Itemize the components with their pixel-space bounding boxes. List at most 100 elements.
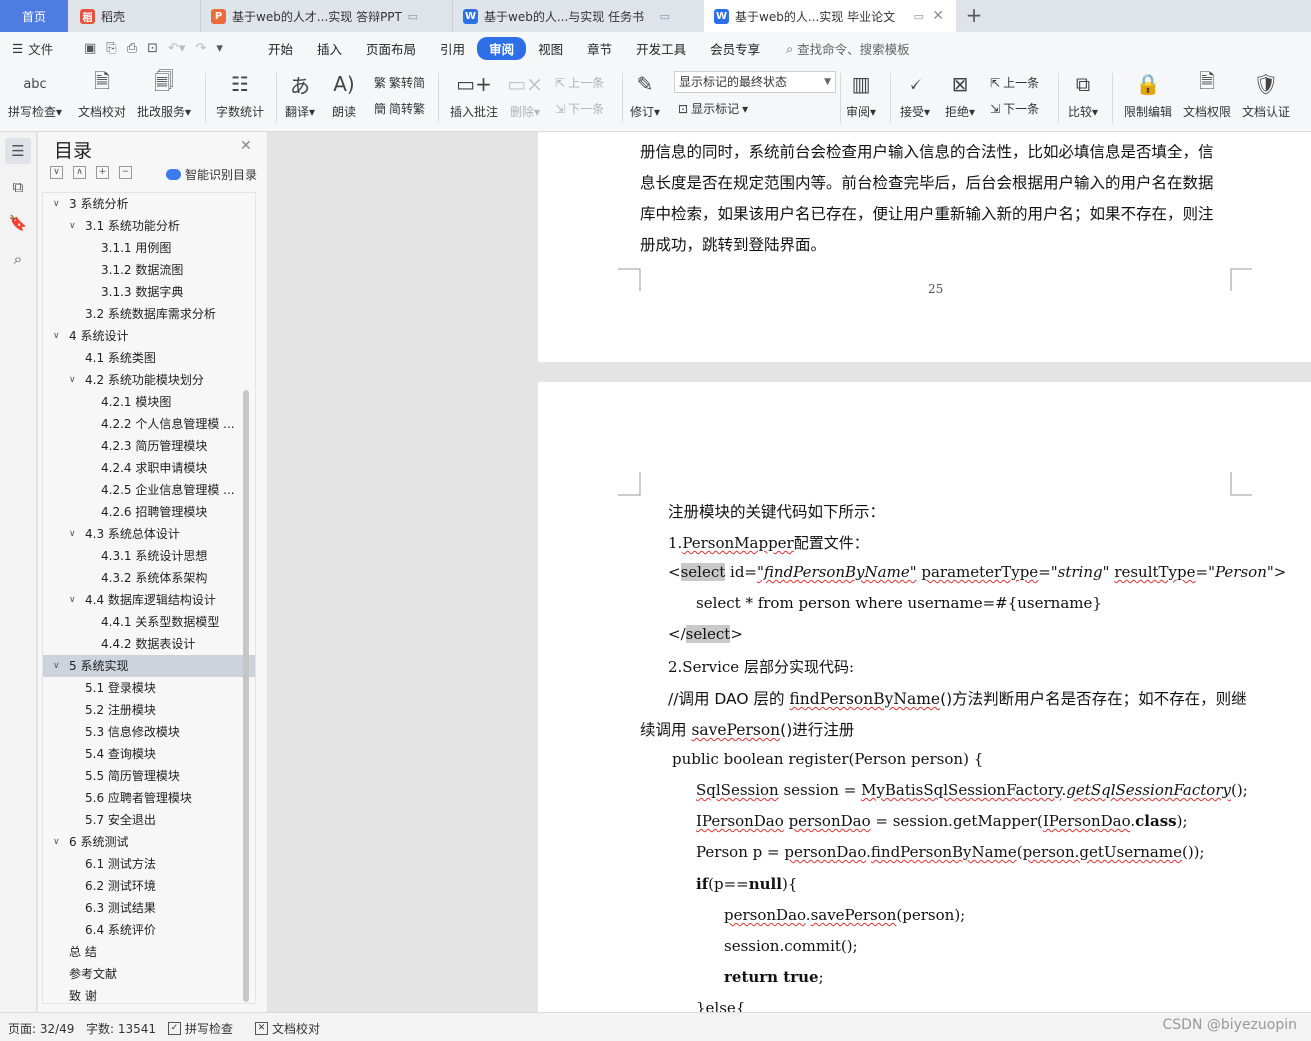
toc-item[interactable]: 4.1 系统类图 (43, 347, 255, 369)
translate-button[interactable]: あ 翻译▾ (285, 69, 315, 120)
chapter-nav-icon[interactable]: ⧉ (5, 174, 31, 200)
menu-reference[interactable]: 引用 (428, 39, 477, 58)
doc-certify-button[interactable]: 🛡 文档认证 (1242, 69, 1290, 120)
prev-change-button[interactable]: ⇱ 上一条 (990, 74, 1039, 91)
remove-heading-icon[interactable]: − (119, 166, 132, 179)
file-menu[interactable]: ☰ 文件 (12, 39, 72, 58)
print-icon[interactable]: ⎙ (127, 41, 137, 56)
word-count-button[interactable]: ☷ 字数统计 (216, 69, 264, 120)
chevron-down-icon[interactable]: ∨ (69, 523, 76, 545)
expand-all-icon[interactable]: ∨ (50, 166, 63, 179)
chevron-down-icon[interactable]: ∨ (69, 589, 76, 611)
toc-item[interactable]: 3.1.3 数据字典 (43, 281, 255, 303)
pin-icon[interactable]: ▭ (408, 10, 418, 23)
toc-item[interactable]: 6.4 系统评价 (43, 919, 255, 941)
review-pane-button[interactable]: ▥ 审阅▾ (846, 69, 876, 120)
reject-button[interactable]: ⊠ 拒绝▾ (945, 69, 975, 120)
trad-to-simp-button[interactable]: 繁 繁转简 (374, 74, 425, 91)
toc-item[interactable]: 5.5 简历管理模块 (43, 765, 255, 787)
tab-ppt[interactable]: P 基于web的人才...实现 答辩PPT ▭ (200, 0, 450, 32)
collapse-all-icon[interactable]: ∧ (73, 166, 86, 179)
accept-button[interactable]: 🗸 接受▾ (900, 69, 930, 120)
redo-icon[interactable]: ↷ (195, 41, 206, 56)
toc-item[interactable]: 5.1 登录模块 (43, 677, 255, 699)
tab-task-doc[interactable]: W 基于web的人...与实现 任务书 ▭ (452, 0, 702, 32)
add-heading-icon[interactable]: + (96, 166, 109, 179)
toc-item[interactable]: 5.2 注册模块 (43, 699, 255, 721)
markup-state-select[interactable]: 显示标记的最终状态 ▼ (674, 71, 836, 93)
doc-proof-button[interactable]: 🗎 文档校对 (78, 69, 126, 120)
toc-item[interactable]: 4.4.2 数据表设计 (43, 633, 255, 655)
toc-item[interactable]: 3.2 系统数据库需求分析 (43, 303, 255, 325)
toc-item[interactable]: 3.1.1 用例图 (43, 237, 255, 259)
status-doc-proof[interactable]: ✕ 文档校对 (255, 1020, 320, 1037)
toc-item[interactable]: ∨ 4.2 系统功能模块划分 (43, 369, 255, 391)
next-comment-button[interactable]: ⇲ 下一条 (555, 100, 604, 117)
chevron-down-icon[interactable]: ∨ (69, 369, 76, 391)
status-spell-check[interactable]: ✓ 拼写检查 (168, 1020, 233, 1037)
show-markup-button[interactable]: ⊡ 显示标记 ▾ (678, 100, 748, 117)
toc-item[interactable]: 5.3 信息修改模块 (43, 721, 255, 743)
compare-button[interactable]: ⧉ 比较▾ (1068, 69, 1098, 120)
more-icon[interactable]: ▾ (216, 41, 223, 56)
chevron-down-icon[interactable]: ∨ (53, 831, 60, 853)
preview-icon[interactable]: ⊡ (147, 41, 158, 56)
toc-item[interactable]: 致 谢 (43, 985, 255, 1003)
toc-panel-icon[interactable]: ☰ (5, 138, 31, 164)
toc-item[interactable]: 6.1 测试方法 (43, 853, 255, 875)
menu-review[interactable]: 审阅 (477, 37, 527, 60)
toc-item[interactable]: 6.3 测试结果 (43, 897, 255, 919)
toc-item[interactable]: 4.2.4 求职申请模块 (43, 457, 255, 479)
toc-item[interactable]: 6.2 测试环境 (43, 875, 255, 897)
toc-item[interactable]: ∨ 4.3 系统总体设计 (43, 523, 255, 545)
toc-item[interactable]: ∨ 3 系统分析 (43, 193, 255, 215)
toc-item[interactable]: 5.7 安全退出 (43, 809, 255, 831)
track-changes-button[interactable]: ✎ 修订▾ (630, 69, 660, 120)
command-search[interactable]: ⌕ 查找命令、搜索模板 (786, 39, 910, 58)
menu-start[interactable]: 开始 (256, 39, 305, 58)
pin-icon[interactable]: ▭ (914, 10, 924, 23)
menu-view[interactable]: 视图 (526, 39, 575, 58)
undo-icon[interactable]: ↶▾ (168, 41, 185, 56)
chevron-down-icon[interactable]: ∨ (53, 193, 60, 215)
toc-item[interactable]: 4.4.1 关系型数据模型 (43, 611, 255, 633)
spell-check-button[interactable]: abc 拼写检查▾ (8, 69, 62, 120)
toc-item[interactable]: 3.1.2 数据流图 (43, 259, 255, 281)
toc-scrollbar[interactable] (243, 390, 249, 1002)
simp-to-trad-button[interactable]: 簡 简转繁 (374, 100, 425, 117)
tab-docer[interactable]: 稻 稻壳 (70, 0, 198, 32)
toc-item[interactable]: ∨ 3.1 系统功能分析 (43, 215, 255, 237)
menu-devtools[interactable]: 开发工具 (624, 39, 698, 58)
tab-thesis[interactable]: W 基于web的人...实现 毕业论文 ▭ ✕ (704, 0, 956, 32)
close-icon[interactable]: ✕ (240, 138, 252, 154)
menu-layout[interactable]: 页面布局 (354, 39, 428, 58)
search-icon[interactable]: ⌕ (5, 246, 31, 272)
batch-service-button[interactable]: 🗐 批改服务▾ (137, 69, 191, 120)
pin-icon[interactable]: ▭ (660, 10, 670, 23)
tab-home[interactable]: 首页 (0, 0, 68, 32)
toc-item[interactable]: 参考文献 (43, 963, 255, 985)
close-icon[interactable]: ✕ (932, 8, 944, 24)
toc-item[interactable]: 4.2.2 个人信息管理模 ... (43, 413, 255, 435)
menu-member[interactable]: 会员专享 (698, 39, 772, 58)
next-change-button[interactable]: ⇲ 下一条 (990, 100, 1039, 117)
save-icon[interactable]: ▣ (84, 41, 96, 56)
export-icon[interactable]: ⎘ (106, 41, 116, 56)
page-indicator[interactable]: 页面: 32/49 (8, 1020, 74, 1037)
document-canvas[interactable]: 册信息的同时，系统前台会检查用户输入信息的合法性，比如必填信息是否填全，信 息长… (269, 132, 1311, 1012)
prev-comment-button[interactable]: ⇱ 上一条 (555, 74, 604, 91)
toc-item[interactable]: 4.3.1 系统设计思想 (43, 545, 255, 567)
toc-item[interactable]: 4.2.5 企业信息管理模 ... (43, 479, 255, 501)
menu-chapter[interactable]: 章节 (575, 39, 624, 58)
chevron-down-icon[interactable]: ∨ (53, 655, 60, 677)
toc-item[interactable]: ∨ 5 系统实现 (43, 655, 255, 677)
toc-item[interactable]: ∨ 4 系统设计 (43, 325, 255, 347)
delete-comment-button[interactable]: ▭× 删除▾ (507, 69, 543, 120)
read-aloud-button[interactable]: A) 朗读 (330, 69, 358, 120)
toc-item[interactable]: 4.2.6 招聘管理模块 (43, 501, 255, 523)
chevron-down-icon[interactable]: ∨ (69, 215, 76, 237)
menu-insert[interactable]: 插入 (305, 39, 354, 58)
toc-item[interactable]: 总 结 (43, 941, 255, 963)
toc-item[interactable]: 5.4 查询模块 (43, 743, 255, 765)
toc-item[interactable]: ∨ 4.4 数据库逻辑结构设计 (43, 589, 255, 611)
